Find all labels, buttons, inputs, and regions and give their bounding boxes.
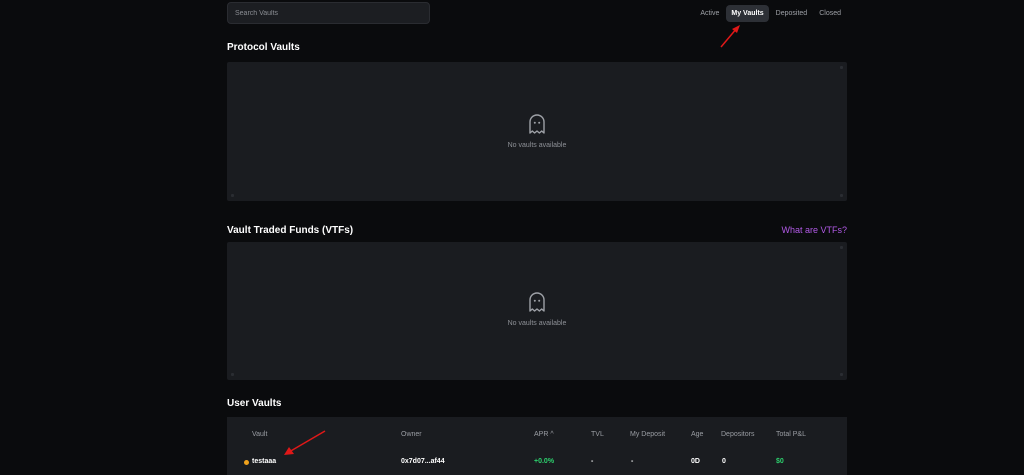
tab-active[interactable]: Active bbox=[695, 5, 724, 22]
empty-text: No vaults available bbox=[507, 320, 567, 327]
vault-name[interactable]: testaaa bbox=[252, 458, 276, 465]
col-tvl[interactable]: TVL bbox=[591, 431, 604, 438]
depositors-value: 0 bbox=[722, 458, 726, 465]
ghost-icon bbox=[529, 114, 545, 134]
search-input[interactable] bbox=[235, 9, 422, 17]
scroll-handle-top[interactable] bbox=[840, 246, 843, 249]
what-are-vtfs-link[interactable]: What are VTFs? bbox=[781, 225, 847, 235]
col-apr[interactable]: APR ^ bbox=[534, 431, 554, 438]
status-dot bbox=[244, 460, 249, 465]
vtfs-title: Vault Traded Funds (VTFs) bbox=[227, 225, 354, 236]
pnl-value: $0 bbox=[776, 458, 784, 465]
tvl-value: - bbox=[591, 458, 594, 465]
sort-asc-icon: ^ bbox=[550, 431, 554, 438]
scroll-handle-bottom[interactable] bbox=[840, 373, 843, 376]
annotation-arrow-icon bbox=[720, 25, 740, 48]
vault-filter-tabs: Active My Vaults Deposited Closed bbox=[695, 5, 846, 22]
vtfs-panel: No vaults available bbox=[227, 242, 847, 380]
col-vault[interactable]: Vault bbox=[252, 431, 267, 438]
age-value: 0D bbox=[691, 458, 700, 465]
col-apr-label: APR bbox=[534, 431, 549, 438]
col-total-pnl[interactable]: Total P&L bbox=[776, 431, 806, 438]
user-vaults-table: Vault Owner APR ^ TVL My Deposit Age Dep… bbox=[227, 417, 847, 475]
empty-state: No vaults available bbox=[227, 114, 847, 149]
my-deposit-value: - bbox=[631, 458, 634, 465]
tab-closed[interactable]: Closed bbox=[814, 5, 846, 22]
protocol-vaults-panel: No vaults available bbox=[227, 62, 847, 201]
scroll-handle-top[interactable] bbox=[840, 66, 843, 69]
ghost-icon bbox=[529, 292, 545, 312]
empty-state: No vaults available bbox=[227, 292, 847, 327]
owner-address: 0x7d07...af44 bbox=[401, 458, 445, 465]
protocol-vaults-title: Protocol Vaults bbox=[227, 42, 300, 53]
scroll-handle-bottom[interactable] bbox=[840, 194, 843, 197]
apr-value: +0.0% bbox=[534, 458, 555, 465]
col-age[interactable]: Age bbox=[691, 431, 703, 438]
col-owner[interactable]: Owner bbox=[401, 431, 422, 438]
user-vaults-title: User Vaults bbox=[227, 398, 282, 409]
tab-deposited[interactable]: Deposited bbox=[771, 5, 813, 22]
empty-text: No vaults available bbox=[507, 142, 567, 149]
col-my-deposit[interactable]: My Deposit bbox=[630, 431, 665, 438]
search-vaults-field[interactable] bbox=[227, 2, 430, 24]
tab-my-vaults[interactable]: My Vaults bbox=[726, 5, 769, 22]
scroll-handle-left[interactable] bbox=[231, 194, 234, 197]
scroll-handle-left[interactable] bbox=[231, 373, 234, 376]
col-depositors[interactable]: Depositors bbox=[721, 431, 754, 438]
